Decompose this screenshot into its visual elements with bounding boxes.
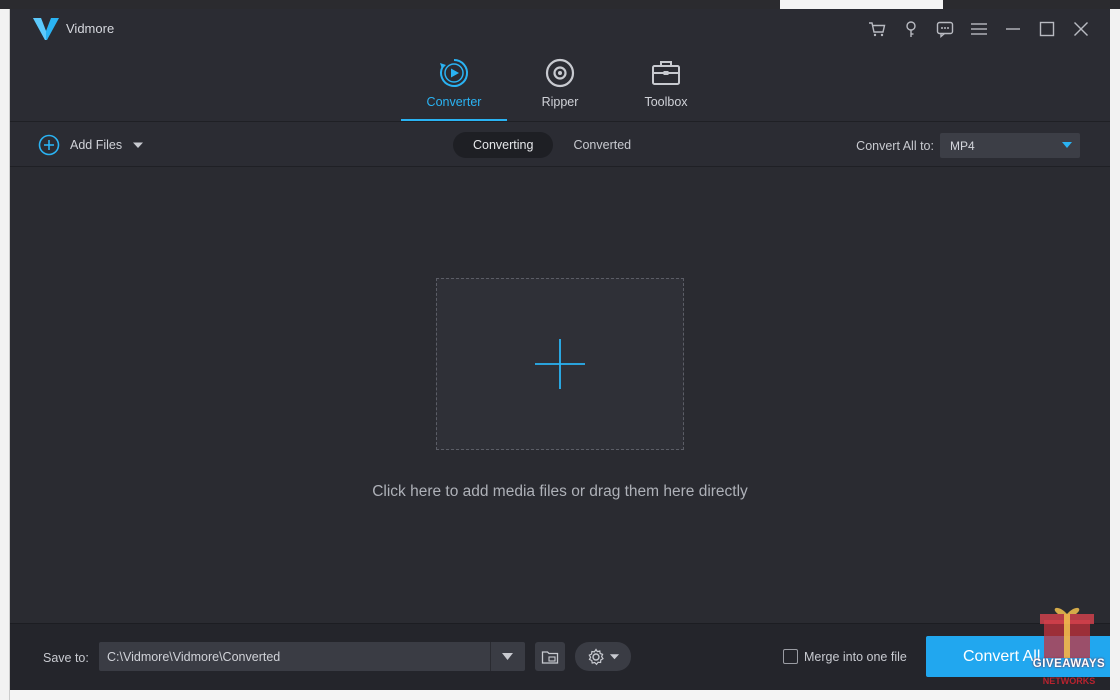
key-icon	[906, 21, 916, 37]
tab-converted[interactable]: Converted	[553, 132, 651, 158]
main-nav: Converter Ripper Toolbox	[401, 55, 719, 121]
maximize-icon	[1039, 21, 1055, 37]
app-name: Vidmore	[66, 20, 115, 36]
menu-button[interactable]	[962, 17, 996, 41]
dropzone-hint[interactable]: Click here to add media files or drag th…	[10, 483, 1110, 501]
watermark-line-1: GIVEAWAYS	[1032, 658, 1106, 670]
close-button[interactable]	[1064, 17, 1098, 41]
nav-tab-toolbox[interactable]: Toolbox	[613, 55, 719, 121]
path-separator	[490, 642, 491, 671]
browser-tab[interactable]	[130, 0, 285, 9]
add-media-dropzone[interactable]	[436, 278, 684, 450]
path-dropdown-icon[interactable]	[502, 652, 513, 661]
vidmore-window: Vidmore Converter Ripper Toolbox Add Fil…	[10, 9, 1110, 690]
gift-icon	[1040, 607, 1094, 658]
open-folder-button[interactable]	[535, 642, 565, 671]
watermark-line-2: NETWORKS	[1042, 676, 1096, 686]
merge-checkbox[interactable]	[783, 649, 798, 664]
merge-label: Merge into one file	[804, 649, 907, 664]
output-format-select[interactable]: MP4	[940, 133, 1080, 158]
convert-all-label: Convert All to:	[856, 138, 934, 153]
nav-label-toolbox: Toolbox	[644, 95, 688, 109]
browser-tab[interactable]	[0, 0, 40, 9]
feedback-icon	[936, 21, 954, 38]
converter-toolbar: Add Files Converting Converted Convert A…	[10, 121, 1110, 167]
giveaways-watermark: GIVEAWAYS NETWORKS	[1028, 604, 1110, 690]
add-files-label: Add Files	[70, 138, 123, 152]
save-path-value: C:\Vidmore\Vidmore\Converted	[107, 649, 281, 664]
nav-label-ripper: Ripper	[541, 95, 579, 109]
merge-option[interactable]: Merge into one file	[783, 649, 907, 664]
caret-down-icon[interactable]	[132, 139, 144, 151]
converter-icon	[440, 59, 469, 87]
minimize-button[interactable]	[996, 17, 1030, 41]
nav-label-converter: Converter	[426, 95, 482, 109]
feedback-button[interactable]	[928, 17, 962, 41]
menu-icon	[971, 23, 987, 35]
background-page-right-edge	[1110, 9, 1120, 700]
conversion-status-tabs: Converting Converted	[453, 132, 651, 158]
register-button[interactable]	[894, 17, 928, 41]
gear-icon	[587, 647, 604, 665]
save-path-field[interactable]: C:\Vidmore\Vidmore\Converted	[99, 642, 525, 671]
browser-tab[interactable]	[455, 0, 610, 9]
background-page-left-edge	[0, 9, 10, 700]
tab-converting[interactable]: Converting	[453, 132, 554, 158]
nav-tab-ripper[interactable]: Ripper	[507, 55, 613, 121]
title-bar: Vidmore Converter Ripper Toolbox	[10, 9, 1110, 121]
file-list-area: Click here to add media files or drag th…	[10, 167, 1110, 623]
output-format-value: MP4	[950, 138, 975, 153]
close-icon	[1074, 22, 1088, 36]
cart-button[interactable]	[860, 17, 894, 41]
save-to-label: Save to:	[43, 651, 89, 665]
browser-tab[interactable]	[292, 0, 447, 9]
toolbox-icon	[652, 61, 680, 85]
settings-button[interactable]	[575, 642, 631, 671]
minimize-icon	[1006, 28, 1020, 30]
maximize-button[interactable]	[1030, 17, 1064, 41]
disc-icon	[545, 58, 575, 88]
app-brand: Vidmore	[32, 14, 114, 42]
cart-icon	[869, 22, 886, 37]
browser-tab[interactable]	[945, 0, 1105, 9]
plus-icon	[535, 339, 585, 389]
vidmore-logo-icon	[33, 18, 59, 40]
output-footer: Save to: C:\Vidmore\Vidmore\Converted Me…	[10, 623, 1110, 690]
caret-down-icon	[609, 654, 619, 660]
add-circle-icon	[38, 134, 60, 156]
browser-tab-active[interactable]	[780, 0, 943, 9]
add-files-button[interactable]: Add Files	[38, 134, 144, 156]
convert-all-format: Convert All to: MP4	[856, 133, 1080, 158]
folder-icon	[541, 650, 559, 664]
background-page-bottom-edge	[10, 690, 1110, 700]
window-controls	[860, 17, 1098, 41]
dropdown-arrow-icon	[1062, 142, 1072, 148]
browser-tab-strip	[0, 0, 1120, 9]
nav-tab-converter[interactable]: Converter	[401, 55, 507, 121]
browser-tab[interactable]	[618, 0, 773, 9]
